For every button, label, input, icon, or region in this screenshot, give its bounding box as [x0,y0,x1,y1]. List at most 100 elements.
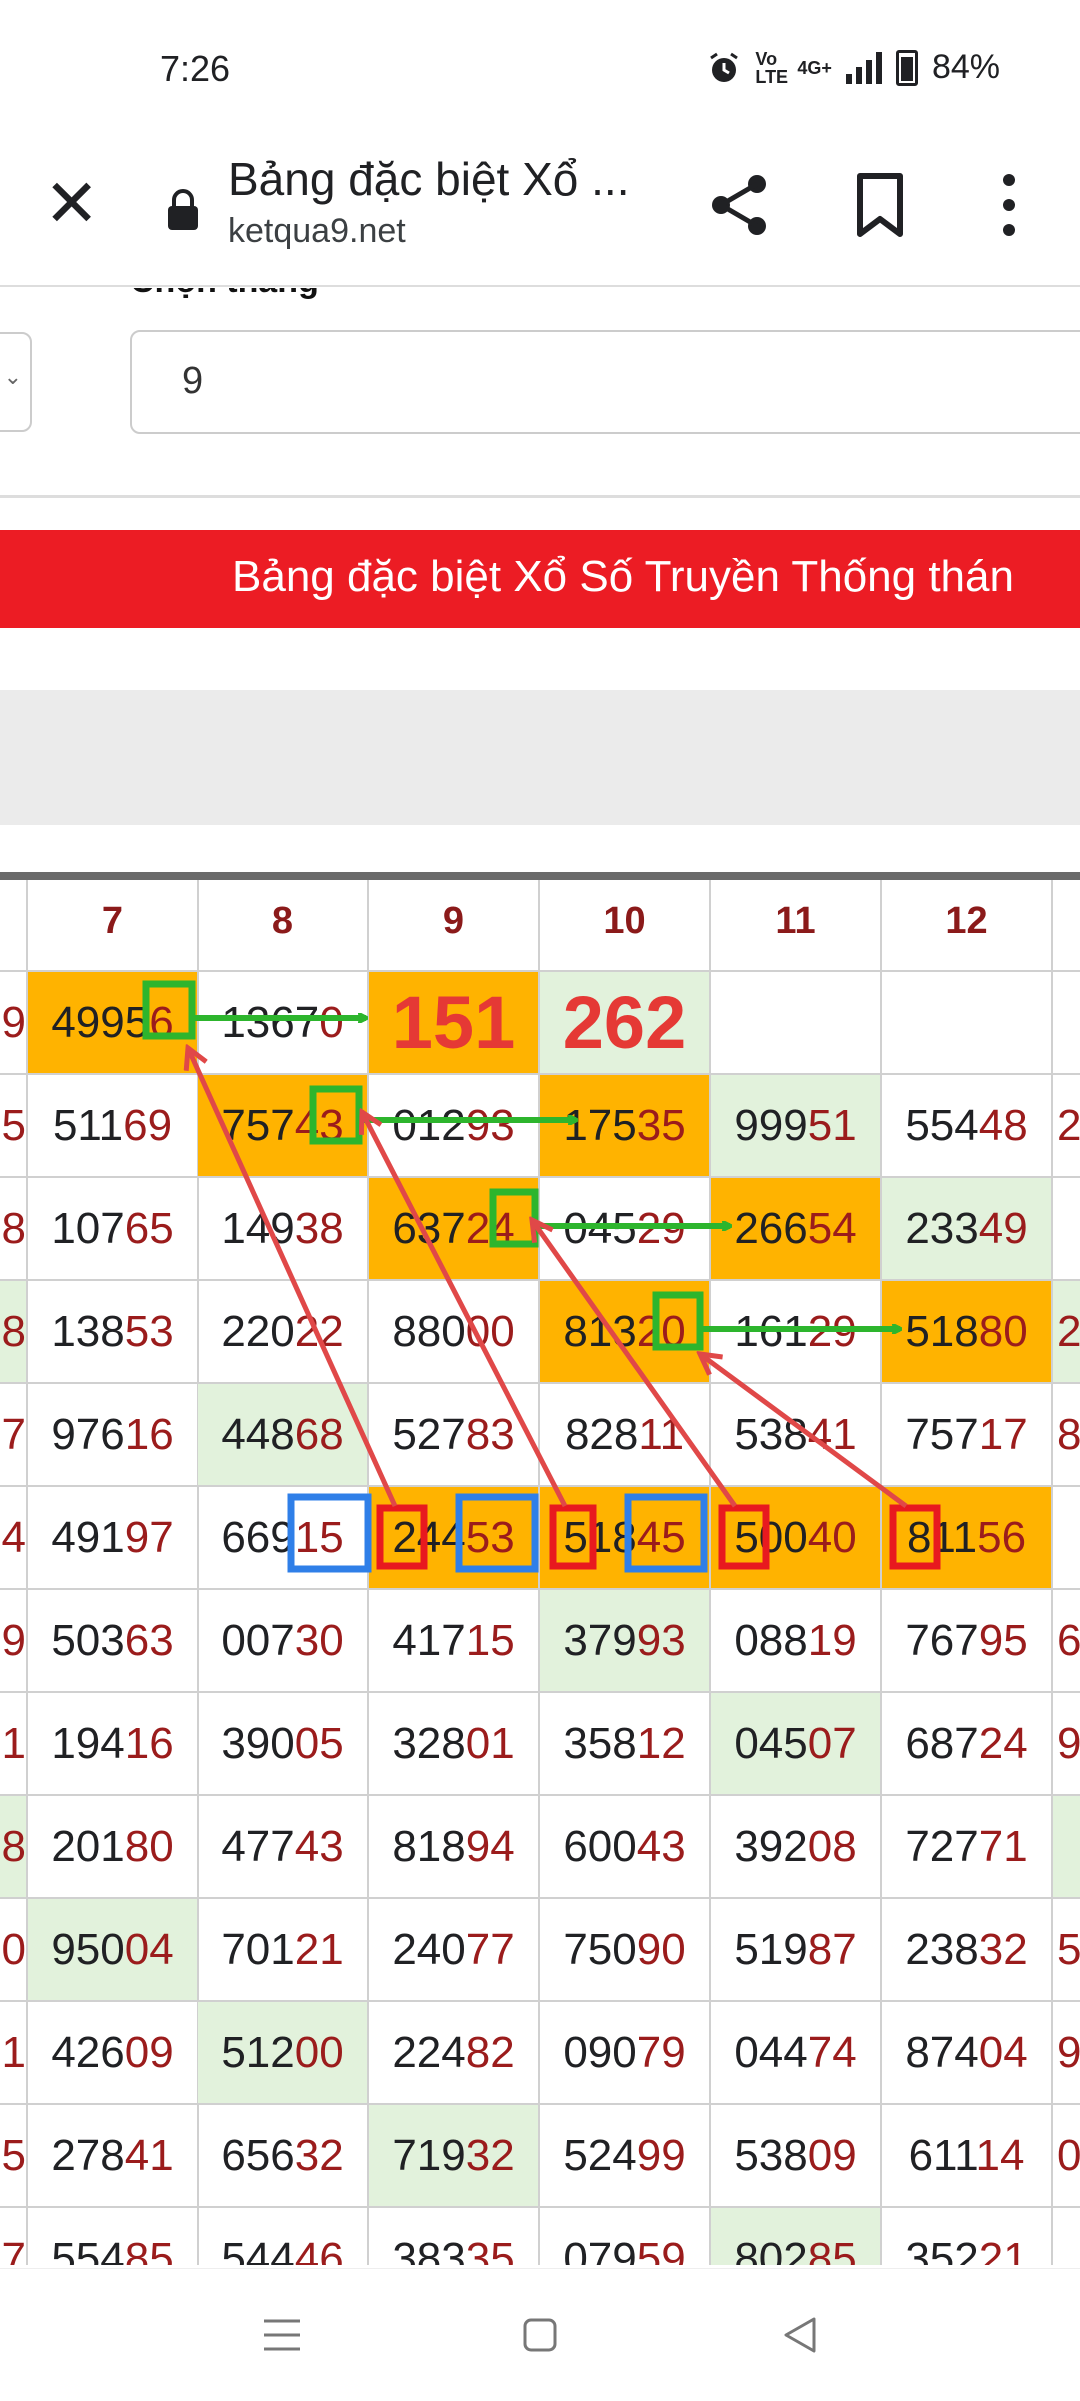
page-url[interactable]: ketqua9.net [228,212,406,251]
table-edge-cell: 4 [0,1487,28,1590]
cell-head-digits: 757 [221,1101,295,1150]
cell-head-digits: 448 [221,1410,295,1459]
cell-head-digits: 358 [563,1719,637,1768]
cell-head-digits: 554 [905,1101,979,1150]
table-header-cell: 12 [882,880,1053,972]
table-cell: 70121 [198,1899,369,2002]
table-cell: 65632 [198,2105,369,2208]
table-cell: 60043 [540,1796,711,1899]
cell-tail-digits: 45 [636,1513,686,1562]
table-cell: 50040 [711,1487,882,1590]
cell-tail-digits: 01 [465,1719,515,1768]
cell-head-digits: 175 [563,1101,637,1150]
cell-head-digits: 379 [563,1616,637,1665]
cell-tail-digits: 87 [807,1925,857,1974]
bookmark-icon[interactable] [855,172,905,238]
table-edge-value: 8 [1,1307,26,1356]
cell-tail-digits: 16 [124,1410,174,1459]
cell-tail-digits: 17 [978,1410,1028,1459]
close-icon[interactable]: ✕ [44,170,99,236]
cell-tail-digits: 00 [294,2028,344,2077]
special-results-table: 7 8 9 10 11 12 9 49956 13670 151 262 5 51169 75743 012… [0,872,1080,2265]
table-cell: 13853 [28,1281,199,1384]
table-header-cell: 11 [711,880,882,972]
table-cell: 66915 [198,1487,369,1590]
cell-tail-digits: 43 [294,1822,344,1871]
table-cell: 20180 [28,1796,199,1899]
cell-head-digits: 149 [221,1204,295,1253]
table-cell: 39005 [198,1693,369,1796]
share-icon[interactable] [705,170,775,240]
cell-tail-digits: 59 [636,2234,686,2265]
table-cell: 51880 [882,1281,1053,1384]
table-title-banner: Bảng đặc biệt Xổ Số Truyền Thống thán [0,530,1080,628]
table-cell: 42609 [28,2002,199,2105]
table-edge-value: 2 [1057,1101,1080,1150]
cell-tail-digits: 99 [636,2131,686,2180]
cell-tail-digits: 68 [294,1410,344,1459]
cell-head-digits: 880 [392,1307,466,1356]
cell-head-digits: 238 [905,1925,979,1974]
month-select[interactable]: 9 [130,330,1080,434]
cell-head-digits: 088 [734,1616,808,1665]
back-nav-icon[interactable] [780,2315,820,2355]
cell-head-digits: 500 [734,1513,808,1562]
cell-tail-digits: 04 [978,2028,1028,2077]
cell-head-digits: 511 [52,1101,124,1150]
cell-tail-digits: 0 [319,998,344,1047]
table-cell: 95004 [28,1899,199,2002]
cell-tail-digits: 21 [978,2234,1028,2265]
cell-head-digits: 224 [392,2028,466,2077]
table-edge-value: 4 [1,1513,26,1562]
table-edge-cell [1053,972,1080,1075]
home-nav-icon[interactable] [522,2315,558,2355]
cell-tail-digits: 29 [807,1307,857,1356]
table-cell: 04529 [540,1178,711,1281]
cell-tail-digits: 32 [978,1925,1028,1974]
cell-tail-digits: 79 [636,2028,686,2077]
cell-head-digits: 828 [564,1410,639,1459]
cell-tail-digits: 35 [636,1101,686,1150]
cell-head-digits: 757 [905,1410,979,1459]
cell-tail-digits: 09 [807,2131,857,2180]
year-select[interactable]: ⌄ [0,332,32,432]
table-cell: 39208 [711,1796,882,1899]
cell-tail-digits: 90 [636,1925,686,1974]
table-cell: 08819 [711,1590,882,1693]
table-cell: 37993 [540,1590,711,1693]
cell-head-digits: 767 [905,1616,979,1665]
more-vert-icon[interactable] [997,170,1021,240]
cell-tail-digits: 32 [294,2131,344,2180]
table-header-cell: 7 [28,880,199,972]
table-edge-cell: 5 [0,1075,28,1178]
table-cell: 63724 [369,1178,540,1281]
table-cell: 53809 [711,2105,882,2208]
cell-tail-digits: 21 [294,1925,344,1974]
table-cell: 97616 [28,1384,199,1487]
cell-head-digits: 4995 [51,998,150,1047]
cell-tail-digits: 53 [465,1513,515,1562]
cell-tail-digits: 80 [978,1307,1028,1356]
cell-tail-digits: 43 [294,1101,344,1150]
cell-tail-digits: 15 [465,1616,515,1665]
cell-head-digits: 045 [734,1719,808,1768]
menu-nav-icon[interactable] [262,2315,302,2355]
page-title[interactable]: Bảng đặc biệt Xổ ... [228,152,630,206]
cell-head-digits: 138 [51,1307,125,1356]
cell-head-digits: 811 [906,1513,978,1562]
month-select-value: 9 [182,360,204,402]
table-cell: 49197 [28,1487,199,1590]
table-cell: 22482 [369,2002,540,2105]
lock-icon[interactable] [166,188,200,232]
table-cell: 07959 [540,2208,711,2265]
cell-tail-digits: 41 [124,2131,174,2180]
table-edge-cell: 2 [1053,1281,1080,1384]
cell-tail-digits: 77 [465,1925,515,1974]
cell-head-digits: 390 [221,1719,295,1768]
cell-head-digits: 328 [392,1719,466,1768]
cell-tail-digits: 19 [807,1616,857,1665]
table-edge-cell: 7 [0,1384,28,1487]
table-cell: 75717 [882,1384,1053,1487]
cell-head-digits: 240 [392,1925,466,1974]
table-header-edge [1053,880,1080,972]
